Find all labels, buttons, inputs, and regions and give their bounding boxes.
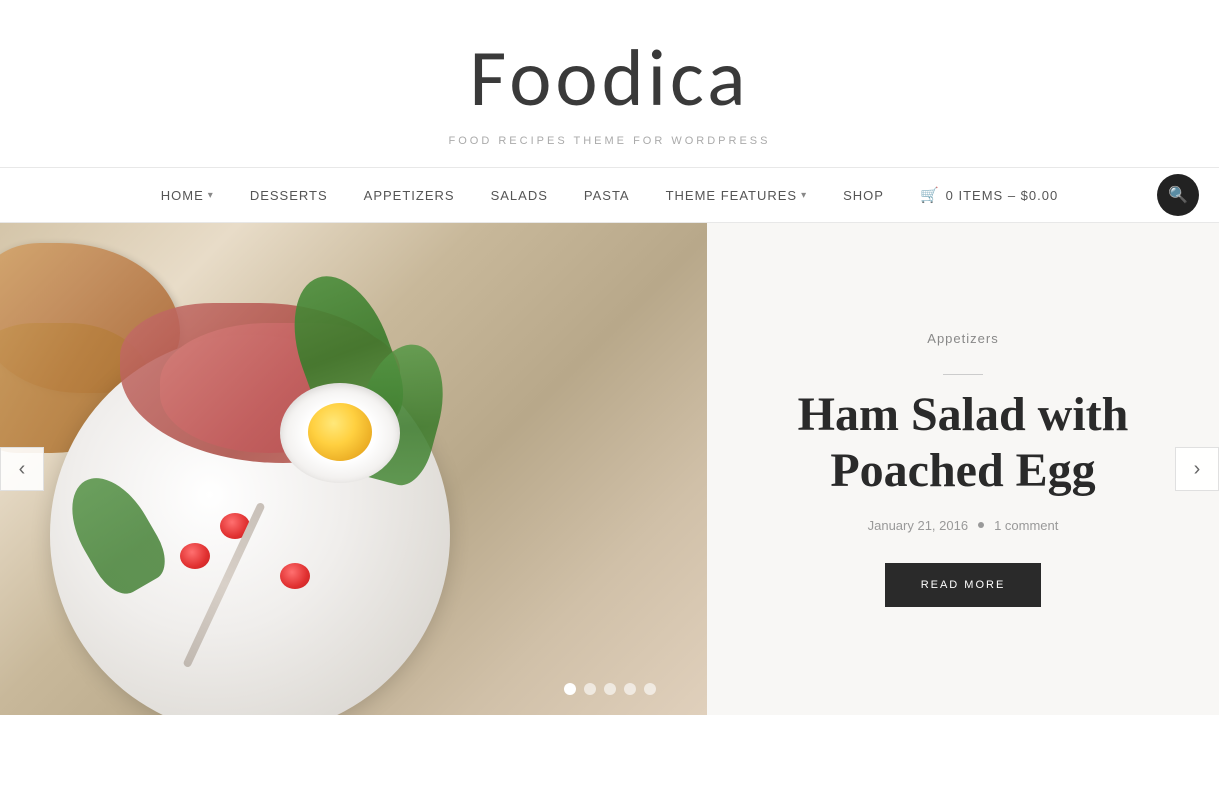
slider-dot-1[interactable]	[564, 683, 576, 695]
slider-dot-2[interactable]	[584, 683, 596, 695]
search-icon: 🔍	[1168, 185, 1188, 205]
slider-prev-button[interactable]: ‹	[0, 447, 44, 491]
nav-item-cart[interactable]: 🛒 0 ITEMS – $0.00	[902, 168, 1076, 222]
nav-link-home[interactable]: HOME ▾	[143, 170, 232, 221]
hero-category: Appetizers	[927, 331, 998, 346]
hero-slider: Appetizers Ham Salad with Poached Egg Ja…	[0, 223, 1219, 715]
nav-item-desserts[interactable]: DESSERTS	[232, 170, 346, 221]
tomato-decoration-3	[280, 563, 310, 589]
chevron-right-icon: ›	[1194, 458, 1201, 481]
chevron-down-icon: ▾	[208, 190, 214, 201]
nav-link-desserts[interactable]: DESSERTS	[232, 170, 346, 221]
egg-yolk-decoration	[308, 403, 372, 461]
nav-link-appetizers[interactable]: APPETIZERS	[346, 170, 473, 221]
slider-dot-5[interactable]	[644, 683, 656, 695]
site-title[interactable]: Foodica	[20, 30, 1199, 127]
hero-title: Ham Salad with Poached Egg	[767, 387, 1159, 497]
nav-item-theme-features[interactable]: THEME FEATURES ▾	[648, 170, 826, 221]
tomato-decoration-1	[180, 543, 210, 569]
slider-dot-3[interactable]	[604, 683, 616, 695]
hero-text-panel: Appetizers Ham Salad with Poached Egg Ja…	[707, 223, 1219, 715]
nav-link-shop[interactable]: SHOP	[825, 170, 902, 221]
site-navigation: HOME ▾ DESSERTS APPETIZERS SALADS	[0, 167, 1219, 223]
nav-link-theme-features[interactable]: THEME FEATURES ▾	[648, 170, 826, 221]
slider-next-button[interactable]: ›	[1175, 447, 1219, 491]
nav-link-salads[interactable]: SALADS	[473, 170, 566, 221]
nav-item-home[interactable]: HOME ▾	[143, 170, 232, 221]
cart-icon: 🛒	[920, 186, 940, 204]
nav-item-pasta[interactable]: PASTA	[566, 170, 648, 221]
nav-item-salads[interactable]: SALADS	[473, 170, 566, 221]
slider-dot-4[interactable]	[624, 683, 636, 695]
nav-link-pasta[interactable]: PASTA	[566, 170, 648, 221]
nav-menu: HOME ▾ DESSERTS APPETIZERS SALADS	[143, 168, 1076, 222]
hero-date: January 21, 2016	[868, 518, 968, 533]
food-background	[0, 223, 707, 715]
meta-separator	[978, 522, 984, 528]
hero-image	[0, 223, 707, 715]
site-header: Foodica FOOD RECIPES THEME FOR WORDPRESS	[0, 0, 1219, 167]
nav-item-appetizers[interactable]: APPETIZERS	[346, 170, 473, 221]
hero-divider	[943, 374, 983, 375]
search-button[interactable]: 🔍	[1157, 174, 1199, 216]
read-more-button[interactable]: READ MORE	[885, 563, 1042, 607]
chevron-left-icon: ‹	[19, 458, 26, 481]
cart-link[interactable]: 🛒 0 ITEMS – $0.00	[902, 168, 1076, 222]
nav-item-shop[interactable]: SHOP	[825, 170, 902, 221]
slider-dots	[564, 683, 656, 695]
chevron-down-icon-2: ▾	[801, 190, 807, 201]
hero-comments: 1 comment	[994, 518, 1058, 533]
hero-meta: January 21, 2016 1 comment	[868, 518, 1059, 533]
site-tagline: FOOD RECIPES THEME FOR WORDPRESS	[20, 135, 1199, 147]
